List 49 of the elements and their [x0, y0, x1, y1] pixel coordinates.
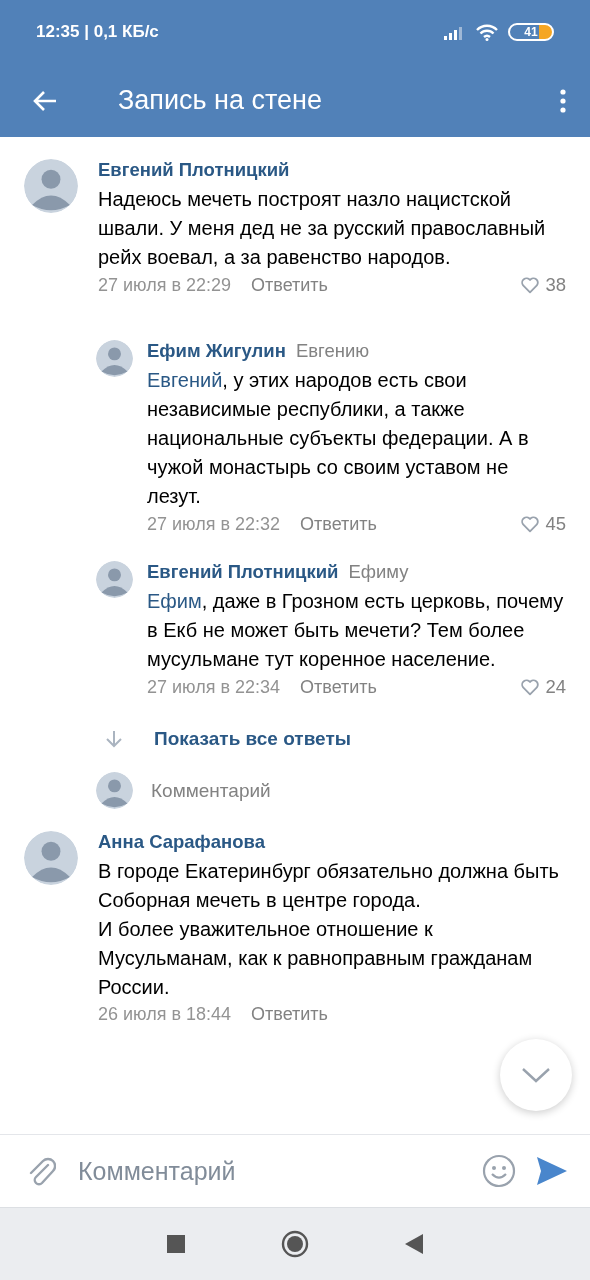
heart-icon[interactable] [519, 274, 542, 296]
heart-icon[interactable] [519, 513, 542, 535]
heart-icon[interactable] [519, 676, 542, 698]
home-button[interactable] [281, 1230, 309, 1258]
avatar[interactable] [24, 831, 78, 885]
author-name[interactable]: Евгений Плотницкий [147, 561, 339, 583]
send-button[interactable] [536, 1156, 568, 1186]
reply-to-name: Ефиму [348, 561, 409, 583]
avatar [96, 772, 133, 809]
like-count: 45 [545, 513, 566, 535]
comment-date: 27 июля в 22:32 [147, 513, 281, 535]
author-name[interactable]: Евгений Плотницкий [98, 159, 290, 181]
chevron-down-icon [521, 1067, 551, 1083]
triangle-back-icon [405, 1234, 423, 1254]
battery-icon: 41 [508, 23, 554, 41]
home-circle-icon [281, 1230, 309, 1258]
reply-button[interactable]: Ответить [300, 676, 377, 698]
emoji-button[interactable] [482, 1154, 516, 1188]
comment-date: 27 июля в 22:34 [147, 676, 281, 698]
avatar[interactable] [24, 159, 78, 213]
square-icon [167, 1235, 185, 1253]
send-icon [536, 1156, 568, 1186]
like-count: 24 [545, 676, 566, 698]
screen-title: Запись на стене [118, 85, 324, 116]
wifi-icon [476, 23, 498, 41]
avatar[interactable] [96, 340, 133, 377]
like-count: 38 [545, 274, 566, 296]
comment-text: Евгений, у этих народов есть свои независимые республики, а также национальные субъекты федерации. А в чужой монастырь со своим уставом не лезут. [147, 368, 530, 509]
more-icon [560, 88, 566, 113]
smiley-icon [482, 1154, 516, 1188]
back-nav-button[interactable] [405, 1234, 423, 1254]
comment-text: Надеюсь мечеть построят назло нацистской швали. У меня дед не за русский православный рейх воевал, а за равенство народов. [98, 187, 547, 270]
reply-button[interactable]: Ответить [251, 274, 328, 296]
author-name[interactable]: Ефим Жигулин [147, 340, 286, 362]
comment-text: Ефим, даже в Грозном есть церковь, почему в Екб не может быть мечети? Тем более мусульмане тут коренное население. [147, 589, 565, 672]
status-time: 12:35 | 0,1 КБ/с [36, 22, 159, 42]
reply-button[interactable]: Ответить [300, 513, 377, 535]
mention-link[interactable]: Ефим [147, 590, 202, 612]
reply-button[interactable]: Ответить [251, 1004, 328, 1025]
avatar[interactable] [96, 561, 133, 598]
reply-to-name: Евгению [295, 340, 370, 362]
author-name[interactable]: Анна Сарафанова [98, 831, 265, 853]
back-arrow-icon [32, 89, 58, 112]
comment-text: В городе Екатеринбург обязательно должна быть Соборная мечеть в центре города. И более уважительное отношение к Мусульманам, как к равноправным гражданам России. [98, 859, 560, 1000]
comment-date: 27 июля в 22:29 [98, 274, 232, 296]
down-arrow-icon [104, 729, 124, 749]
comment-date: 26 июля в 18:44 [98, 1004, 232, 1025]
mention-link[interactable]: Евгений [147, 369, 223, 391]
show-all-replies-link[interactable]: Показать все ответы [154, 728, 351, 750]
